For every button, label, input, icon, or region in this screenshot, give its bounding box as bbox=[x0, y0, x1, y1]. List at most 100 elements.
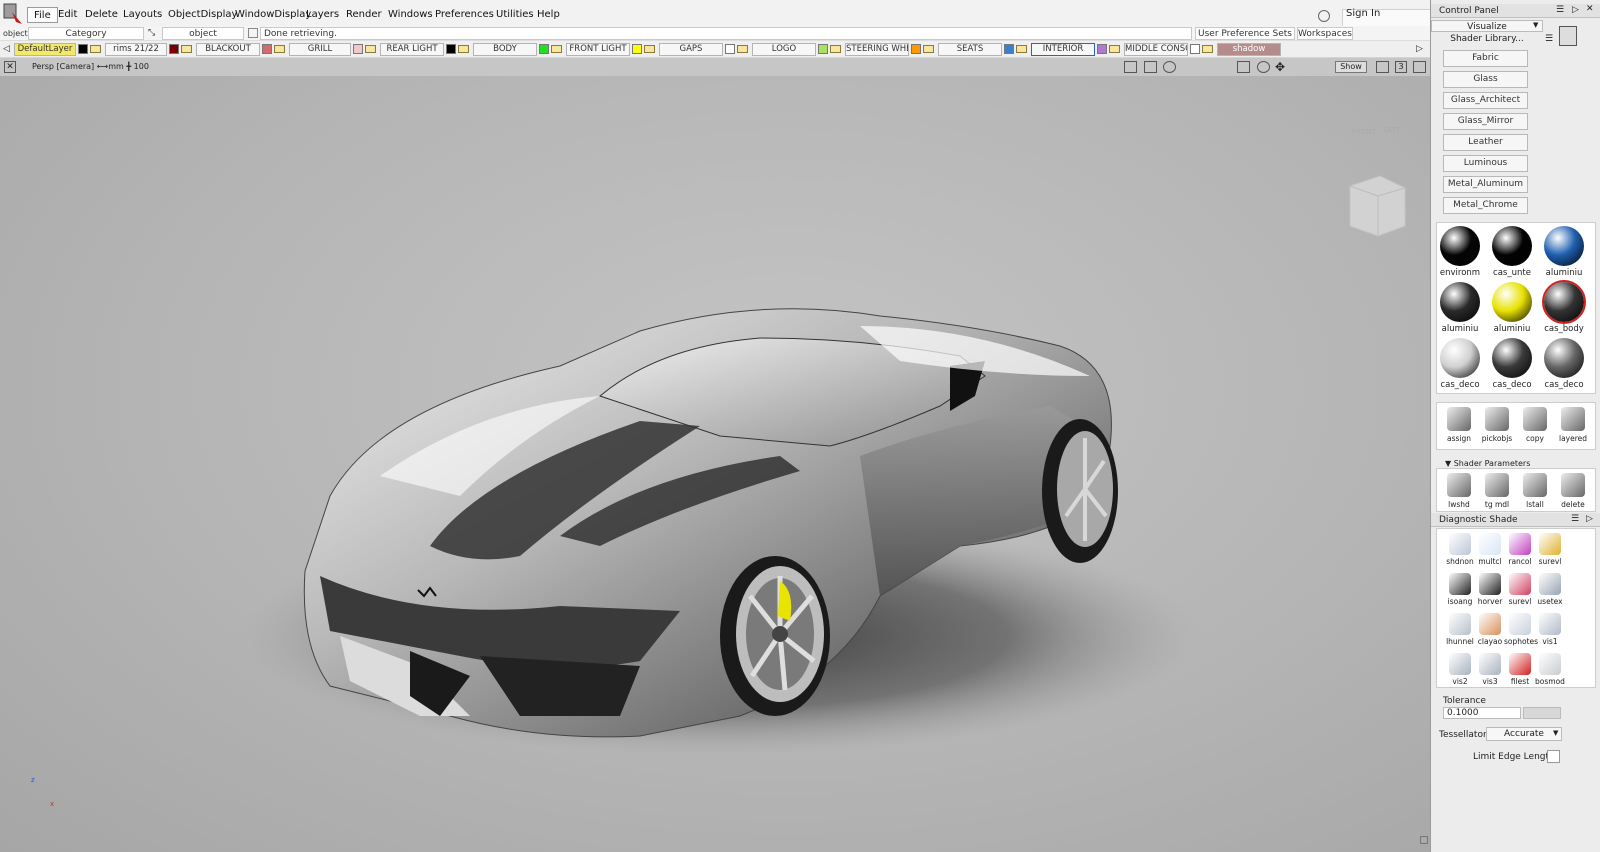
diag-bosmod-icon[interactable] bbox=[1539, 653, 1561, 675]
layer-color-swatch[interactable] bbox=[1190, 44, 1200, 54]
layer-color-swatch[interactable] bbox=[262, 44, 272, 54]
workspaces-button[interactable]: Workspaces bbox=[1297, 27, 1353, 40]
layer-rims-21-22[interactable]: rims 21/22 bbox=[105, 43, 167, 56]
shader-metal-chrome[interactable]: Metal_Chrome bbox=[1443, 197, 1528, 214]
layer-interior[interactable]: INTERIOR bbox=[1031, 43, 1095, 56]
object-field[interactable]: object bbox=[162, 27, 244, 40]
shader-swatch[interactable] bbox=[1440, 338, 1480, 378]
shader-swatch[interactable] bbox=[1492, 282, 1532, 322]
diag-sophotes-icon[interactable] bbox=[1509, 613, 1531, 635]
diag-multcl-icon[interactable] bbox=[1479, 533, 1501, 555]
diag-horver-icon[interactable] bbox=[1479, 573, 1501, 595]
shader-fabric[interactable]: Fabric bbox=[1443, 50, 1528, 67]
folder-icon[interactable] bbox=[923, 45, 934, 53]
shader-luminous[interactable]: Luminous bbox=[1443, 155, 1528, 172]
folder-icon[interactable] bbox=[274, 45, 285, 53]
maximize-icon[interactable] bbox=[1413, 61, 1426, 73]
layer-seats[interactable]: SEATS bbox=[938, 43, 1002, 56]
diag-lhunnel-icon[interactable] bbox=[1449, 613, 1471, 635]
layer-color-swatch[interactable] bbox=[818, 44, 828, 54]
menu-help[interactable]: Help bbox=[531, 7, 566, 23]
diag-rancol-icon[interactable] bbox=[1509, 533, 1531, 555]
close-view-icon[interactable]: ✕ bbox=[4, 61, 16, 73]
fit-icon[interactable] bbox=[1237, 61, 1250, 73]
menu-layouts[interactable]: Layouts bbox=[117, 7, 168, 23]
magnify-icon[interactable] bbox=[1163, 61, 1176, 73]
diag-vis2-icon[interactable] bbox=[1449, 653, 1471, 675]
shader-metal-aluminum[interactable]: Metal_Aluminum bbox=[1443, 176, 1528, 193]
object-tool-icon[interactable] bbox=[2, 2, 24, 26]
layer-color-swatch[interactable] bbox=[1097, 44, 1107, 54]
panel-close-icon[interactable]: ✕ bbox=[1586, 4, 1594, 14]
tessellator-dropdown[interactable]: Accurate bbox=[1486, 727, 1562, 741]
folder-icon[interactable] bbox=[1109, 45, 1120, 53]
shader-leather[interactable]: Leather bbox=[1443, 134, 1528, 151]
diag-isoang-icon[interactable] bbox=[1449, 573, 1471, 595]
diag-usetex-icon[interactable] bbox=[1539, 573, 1561, 595]
3d-viewport[interactable]: FRONT LEFT z x bbox=[0, 76, 1430, 852]
shader-glass-architect[interactable]: Glass_Architect bbox=[1443, 92, 1528, 109]
diag-shdnon-icon[interactable] bbox=[1449, 533, 1471, 555]
tolerance-slider[interactable] bbox=[1523, 707, 1561, 719]
folder-icon[interactable] bbox=[1202, 45, 1213, 53]
list-icon[interactable] bbox=[248, 28, 258, 38]
layer-color-swatch[interactable] bbox=[78, 44, 88, 54]
folder-icon[interactable] bbox=[90, 45, 101, 53]
tolerance-input[interactable]: 0.1000 bbox=[1443, 707, 1521, 719]
shader-swatch[interactable] bbox=[1440, 226, 1480, 266]
diag-vis1-icon[interactable] bbox=[1539, 613, 1561, 635]
diag-surevl-icon[interactable] bbox=[1539, 533, 1561, 555]
layer-shadow[interactable]: shadow bbox=[1217, 43, 1281, 56]
folder-icon[interactable] bbox=[365, 45, 376, 53]
panel-collapse-icon[interactable]: ▷ bbox=[1572, 5, 1579, 15]
assign-icon[interactable] bbox=[1447, 407, 1471, 431]
lstall-icon[interactable] bbox=[1523, 473, 1547, 497]
folder-icon[interactable] bbox=[737, 45, 748, 53]
shader-swatch[interactable] bbox=[1492, 338, 1532, 378]
pan-icon[interactable]: ✥ bbox=[1275, 60, 1285, 74]
render-icon[interactable] bbox=[1124, 61, 1137, 73]
tg-mdl-icon[interactable] bbox=[1485, 473, 1509, 497]
shader-swatch[interactable] bbox=[1440, 282, 1480, 322]
layer-steering-whe[interactable]: STEERING WHE bbox=[845, 43, 909, 56]
layer-defaultlayer[interactable]: DefaultLayer bbox=[14, 43, 76, 56]
show-button[interactable]: Show bbox=[1335, 61, 1367, 73]
layer-color-swatch[interactable] bbox=[725, 44, 735, 54]
limit-edge-checkbox[interactable] bbox=[1547, 750, 1560, 763]
delete-icon[interactable] bbox=[1561, 473, 1585, 497]
layer-middle-conso[interactable]: MIDDLE CONSO bbox=[1124, 43, 1188, 56]
layout-icon[interactable]: ☰ bbox=[1545, 34, 1553, 44]
menu-render[interactable]: Render bbox=[340, 7, 388, 23]
layer-logo[interactable]: LOGO bbox=[752, 43, 816, 56]
diag-clayao-icon[interactable] bbox=[1479, 613, 1501, 635]
user-pref-sets-button[interactable]: User Preference Sets bbox=[1195, 27, 1295, 40]
shader-swatch[interactable] bbox=[1544, 226, 1584, 266]
layer-color-swatch[interactable] bbox=[1004, 44, 1014, 54]
pickobjs-icon[interactable] bbox=[1485, 407, 1509, 431]
shader-swatch[interactable] bbox=[1544, 338, 1584, 378]
orbit-icon[interactable] bbox=[1257, 61, 1270, 73]
pick-icon[interactable]: ⤡ bbox=[148, 27, 160, 40]
visualize-dropdown[interactable]: Visualize bbox=[1431, 20, 1543, 32]
shader-swatch[interactable] bbox=[1542, 280, 1586, 324]
panel-menu-icon[interactable]: ☰ bbox=[1556, 5, 1564, 15]
layer-color-swatch[interactable] bbox=[911, 44, 921, 54]
layer-body[interactable]: BODY bbox=[473, 43, 537, 56]
shader-swatch[interactable] bbox=[1492, 226, 1532, 266]
folder-icon[interactable] bbox=[551, 45, 562, 53]
shader-glass[interactable]: Glass bbox=[1443, 71, 1528, 88]
layered-icon[interactable] bbox=[1561, 407, 1585, 431]
layer-grill[interactable]: GRILL bbox=[289, 43, 351, 56]
window-icon[interactable] bbox=[1376, 61, 1389, 73]
corner-resize-handle[interactable] bbox=[1420, 836, 1428, 844]
trash-icon[interactable] bbox=[1559, 26, 1577, 46]
folder-icon[interactable] bbox=[830, 45, 841, 53]
folder-icon[interactable] bbox=[458, 45, 469, 53]
diag-filest-icon[interactable] bbox=[1509, 653, 1531, 675]
snapshot-icon[interactable] bbox=[1144, 61, 1157, 73]
diag-vis3-icon[interactable] bbox=[1479, 653, 1501, 675]
layer-color-swatch[interactable] bbox=[353, 44, 363, 54]
diag-menu-icon[interactable]: ☰ bbox=[1571, 514, 1579, 524]
folder-icon[interactable] bbox=[1016, 45, 1027, 53]
scroll-left-icon[interactable]: ◁ bbox=[3, 44, 10, 54]
